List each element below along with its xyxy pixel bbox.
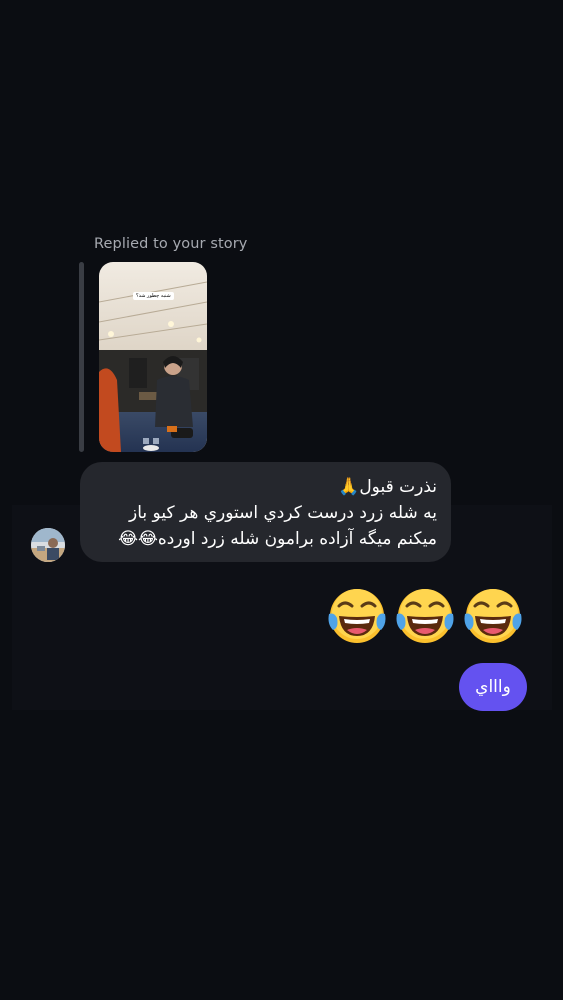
chat-screen: Replied to your story شنبه چطور شد؟ نذرت…: [0, 0, 563, 1000]
message-line: یه شله زرد درست کردي استوري هر کیو باز: [129, 503, 437, 523]
reply-indicator-bar: [79, 262, 84, 452]
incoming-message-bubble[interactable]: نذرت قبول🙏 یه شله زرد درست کردي استوري ه…: [80, 462, 451, 562]
face-with-tears-of-joy-icon: [328, 589, 386, 643]
face-with-tears-of-joy-icon: [464, 589, 522, 643]
reply-context-label: Replied to your story: [94, 236, 248, 252]
message-line: میکنم میگه آزاده برامون شله زرد اورده😂😂: [118, 529, 437, 549]
story-photo: [99, 262, 207, 452]
avatar-image: [31, 528, 65, 562]
message-line: نذرت قبول🙏: [338, 477, 437, 497]
story-thumbnail[interactable]: شنبه چطور شد؟: [99, 262, 207, 452]
outgoing-message-bubble[interactable]: واااي: [459, 663, 527, 711]
face-with-tears-of-joy-icon: [396, 589, 454, 643]
story-caption: شنبه چطور شد؟: [133, 292, 174, 300]
emoji-message[interactable]: [325, 584, 525, 648]
sender-avatar[interactable]: [31, 528, 65, 562]
